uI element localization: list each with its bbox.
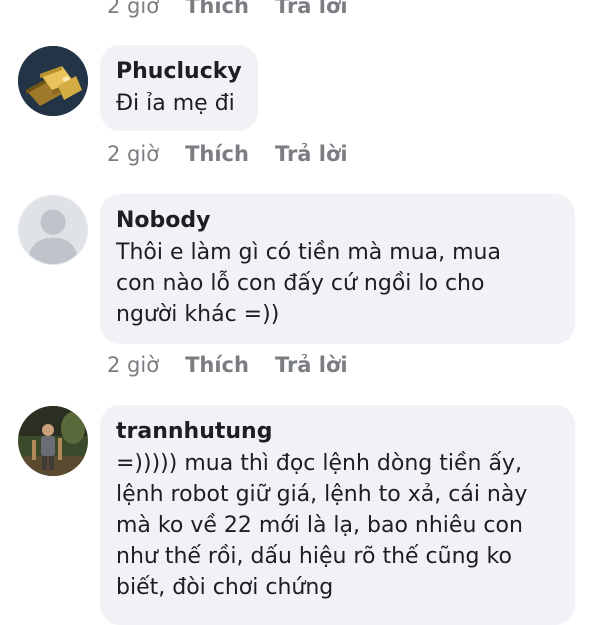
like-button[interactable]: Thích (185, 353, 249, 377)
comment-bubble: Phuclucky Đi ỉa mẹ đi (100, 45, 258, 131)
avatar[interactable] (18, 406, 88, 476)
comment-time: 2 giờ (107, 353, 160, 377)
default-person-icon (19, 196, 87, 264)
outdoor-photo-icon (18, 406, 88, 476)
comment-text: =))))) mua thì đọc lệnh dòng tiền ấy, lệ… (116, 451, 528, 600)
comment-actions: 2 giờ Thích Trả lời (107, 350, 348, 380)
comment-time: 2 giờ (107, 142, 160, 166)
like-button[interactable]: Thích (185, 142, 249, 166)
comment-time: 2 giờ (107, 0, 160, 18)
reply-button[interactable]: Trả lời (275, 0, 348, 18)
avatar[interactable] (18, 195, 88, 265)
comment-text: Thôi e làm gì có tiền mà mua, mua con nà… (116, 240, 501, 327)
comment-author[interactable]: Nobody (116, 205, 559, 237)
reply-button[interactable]: Trả lời (275, 353, 348, 377)
comment-bubble: trannhutung =))))) mua thì đọc lệnh dòng… (100, 405, 575, 625)
avatar[interactable] (18, 46, 88, 116)
reply-button[interactable]: Trả lời (275, 142, 348, 166)
comment-author[interactable]: Phuclucky (116, 56, 242, 88)
comment-actions: 2 giờ Thích Trả lời (107, 139, 348, 169)
like-button[interactable]: Thích (185, 0, 249, 18)
gold-bars-icon (18, 46, 88, 116)
comment-bubble: Nobody Thôi e làm gì có tiền mà mua, mua… (100, 194, 575, 344)
comment-author[interactable]: trannhutung (116, 416, 559, 448)
comment-text: Đi ỉa mẹ đi (116, 91, 235, 116)
comment-actions: 2 giờ Thích Trả lời (107, 0, 348, 21)
